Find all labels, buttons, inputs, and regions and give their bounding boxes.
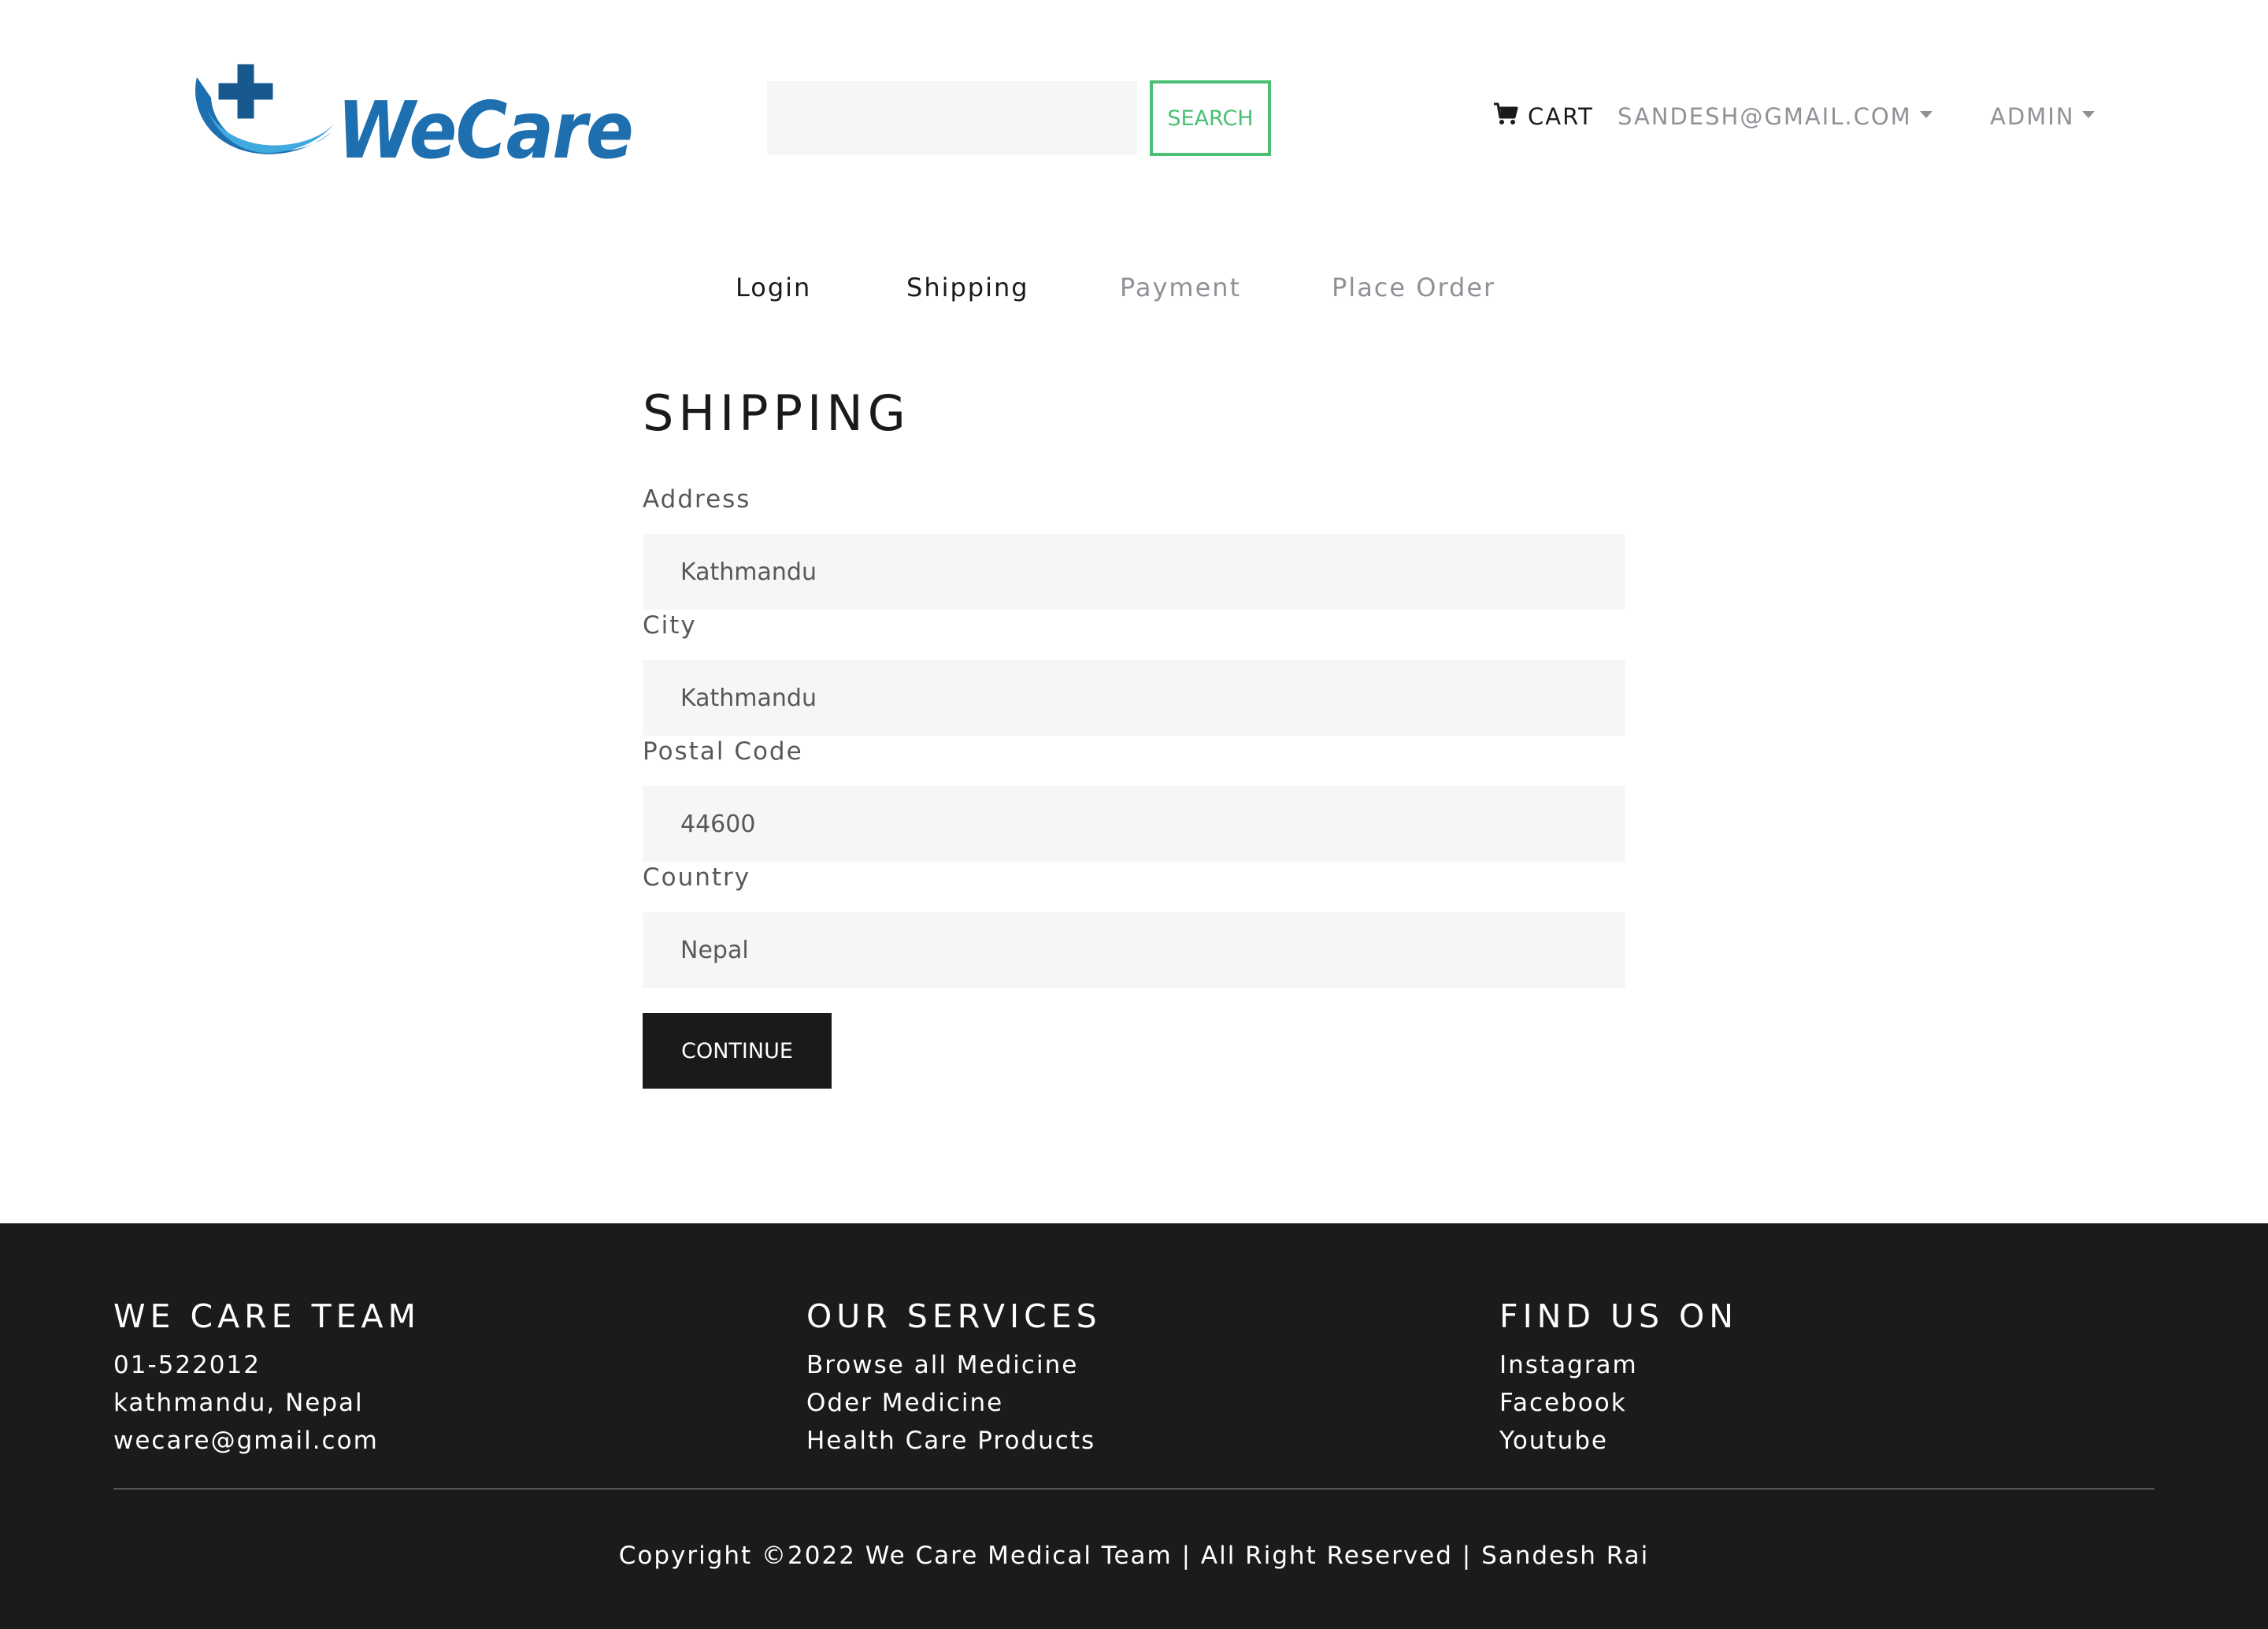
site-header: WeCare SEARCH CART SANDESH@GMAIL.COM ADM… [0, 0, 2268, 221]
postal-code-field[interactable] [643, 786, 1625, 862]
footer-column-team: WE CARE TEAM 01-522012 kathmandu, Nepal … [113, 1297, 421, 1460]
copyright-text: Copyright ©2022 We Care Medical Team | A… [618, 1542, 1650, 1570]
user-dropdown-label: SANDESH@GMAIL.COM [1618, 103, 1912, 130]
address-label: Address [643, 485, 751, 514]
footer-column-social: FIND US ON Instagram Facebook Youtube [1499, 1297, 1738, 1460]
admin-dropdown[interactable]: ADMIN [1990, 99, 2096, 134]
step-place-order: Place Order [1332, 273, 1496, 302]
cart-label: CART [1528, 103, 1594, 130]
footer-link-order-medicine[interactable]: Oder Medicine [806, 1384, 1102, 1422]
footer-link-instagram[interactable]: Instagram [1499, 1346, 1738, 1384]
postal-code-label: Postal Code [643, 737, 803, 766]
footer-heading: FIND US ON [1499, 1297, 1738, 1335]
user-dropdown[interactable]: SANDESH@GMAIL.COM [1618, 99, 1933, 134]
site-footer: WE CARE TEAM 01-522012 kathmandu, Nepal … [0, 1223, 2268, 1629]
footer-email: wecare@gmail.com [113, 1427, 379, 1455]
svg-text:WeCare: WeCare [337, 84, 632, 174]
chevron-down-icon [2082, 110, 2096, 118]
country-label: Country [643, 863, 751, 892]
footer-column-services: OUR SERVICES Browse all Medicine Oder Me… [806, 1297, 1102, 1460]
city-label: City [643, 611, 697, 640]
footer-link-youtube[interactable]: Youtube [1499, 1422, 1738, 1460]
footer-divider [113, 1488, 2155, 1490]
country-field[interactable] [643, 912, 1625, 988]
wecare-logo[interactable]: WeCare [189, 60, 642, 176]
search-input[interactable] [767, 81, 1137, 155]
footer-heading: WE CARE TEAM [113, 1297, 421, 1335]
footer-heading: OUR SERVICES [806, 1297, 1102, 1335]
step-login[interactable]: Login [736, 273, 811, 302]
search-button[interactable]: SEARCH [1150, 80, 1271, 156]
footer-link-browse-medicine[interactable]: Browse all Medicine [806, 1346, 1102, 1384]
chevron-down-icon [1919, 110, 1933, 118]
step-shipping[interactable]: Shipping [906, 273, 1029, 302]
continue-button[interactable]: CONTINUE [643, 1013, 832, 1089]
page-title: SHIPPING [643, 384, 910, 442]
footer-address: kathmandu, Nepal [113, 1389, 364, 1417]
continue-button-label: CONTINUE [681, 1038, 793, 1063]
footer-phone: 01-522012 [113, 1351, 261, 1379]
search-button-label: SEARCH [1167, 106, 1254, 131]
address-field[interactable] [643, 534, 1625, 610]
step-payment: Payment [1120, 273, 1242, 302]
admin-dropdown-label: ADMIN [1990, 103, 2075, 130]
city-field[interactable] [643, 660, 1625, 736]
cart-link[interactable]: CART [1493, 99, 1594, 134]
logo-graphic: WeCare [195, 61, 634, 176]
shopping-cart-icon [1493, 102, 1528, 132]
footer-link-facebook[interactable]: Facebook [1499, 1384, 1738, 1422]
footer-link-health-care-products[interactable]: Health Care Products [806, 1422, 1102, 1460]
